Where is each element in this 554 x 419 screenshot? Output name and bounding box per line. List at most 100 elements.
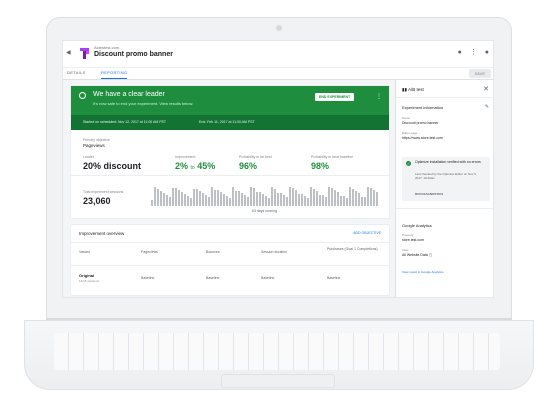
sparkline-bar — [187, 196, 189, 206]
objective-label: Primary objective — [83, 138, 110, 142]
cell-bounces: Baseline — [206, 276, 220, 280]
row-divider — [71, 242, 389, 243]
run-diagnostics-button[interactable]: RUN DIAGNOSTICS — [415, 192, 443, 196]
back-arrow-icon[interactable]: ◀ — [66, 49, 71, 56]
improvement-card: Improvement overview ADD OBJECTIVE Varia… — [71, 225, 389, 295]
tab-reporting[interactable]: REPORTING — [101, 70, 128, 79]
add-objective-button[interactable]: ADD OBJECTIVE — [353, 231, 381, 235]
sparkline-bar — [238, 191, 240, 206]
cell-purchases: Baseline — [327, 276, 341, 280]
sparkline-bar — [340, 196, 342, 206]
sparkline-bar — [250, 187, 252, 206]
sparkline-bar — [229, 198, 231, 206]
cell-session-duration: Baseline — [261, 276, 275, 280]
optimize-sub: Last checked by the Optimize Editor on N… — [415, 172, 477, 180]
prob-best-label: Probability to be best — [239, 155, 272, 159]
sparkline-bar — [268, 198, 270, 206]
sparkline-bar — [271, 187, 273, 206]
close-icon[interactable]: ✕ — [483, 85, 489, 93]
sparkline-bar — [259, 192, 261, 206]
sparkline-bar — [307, 198, 309, 206]
card-divider — [71, 175, 389, 176]
sessions-value: 23,060 — [83, 196, 111, 206]
name-label: Name — [402, 116, 411, 120]
edit-icon[interactable]: ✎ — [485, 104, 489, 110]
sparkline-bar — [376, 192, 378, 206]
sparkline-bar — [226, 196, 228, 206]
sparkline-bar — [283, 195, 285, 206]
camera-icon — [276, 25, 282, 31]
screen: ◀ Aidestest.com Discount promo banner ● … — [62, 40, 494, 298]
more-vert-icon[interactable]: ⋮ — [470, 49, 477, 56]
sparkline-bar — [166, 195, 168, 206]
sparkline-bar — [178, 190, 180, 206]
sessions-sparkline — [151, 187, 381, 206]
sparkline-bar — [220, 192, 222, 206]
tab-details[interactable]: DETAILS — [67, 70, 85, 75]
sparkline-bar — [190, 198, 192, 206]
view-report-link[interactable]: View report in Google Analytics — [402, 270, 443, 274]
sparkline-bar — [319, 195, 321, 206]
sparkline-bar — [256, 192, 258, 206]
header-bounces: Bounces — [206, 250, 220, 254]
experiment-info-heading: Experiment information — [402, 105, 444, 110]
view-label: View — [402, 248, 409, 252]
sparkline-bar — [199, 191, 201, 206]
sparkline-bar — [364, 197, 366, 206]
sparkline-bar — [247, 197, 249, 206]
optimize-text: Optimize installation verified with no e… — [415, 160, 481, 164]
view-value-text: All Website Data — [402, 253, 428, 257]
sparkline-bar — [331, 188, 333, 206]
improvement-label: Improvement — [175, 155, 196, 159]
sparkline-bar — [211, 187, 213, 206]
sparkline-bar — [169, 197, 171, 206]
sparkline-bar — [274, 189, 276, 206]
end-experiment-button[interactable]: END EXPERIMENT — [315, 93, 355, 101]
leader-card: We have a clear leader It's now safe to … — [71, 86, 389, 218]
leader-banner: We have a clear leader It's now safe to … — [71, 86, 389, 130]
sparkline-bar — [181, 192, 183, 206]
sparkline-bar — [361, 197, 363, 206]
sparkline-bar — [289, 187, 291, 206]
sparkline-bar — [154, 187, 156, 206]
sparkline-bar — [310, 187, 312, 206]
banner-title: We have a clear leader — [93, 91, 165, 98]
sparkline-bar — [214, 190, 216, 206]
help-icon[interactable]: ● — [458, 49, 462, 56]
started-text: Started on scheduled: Nov 12, 2017 at 11… — [83, 120, 167, 124]
banner-subtitle: It's now safe to end your experiment. Vi… — [93, 101, 194, 106]
sparkline-bar — [337, 192, 339, 206]
app-header: ◀ Aidestest.com Discount promo banner ● … — [63, 41, 493, 68]
sparkline-bar — [346, 198, 348, 206]
view-value: All Website Data ▢ — [402, 253, 433, 257]
cell-pageviews: Baseline — [141, 276, 155, 280]
sparkline-bar — [223, 194, 225, 206]
sparkline-bar — [244, 195, 246, 206]
header-variant[interactable]: Variant — [79, 250, 90, 254]
sparkline-bar — [367, 187, 369, 206]
sparkline-bar — [313, 189, 315, 206]
sparkline-bar — [322, 195, 324, 206]
page-title[interactable]: Discount promo banner — [94, 51, 173, 58]
sparkline-bar — [172, 188, 174, 206]
account-name: Aidestest.com — [94, 45, 120, 50]
save-button[interactable]: SAVE — [468, 69, 491, 78]
sparkline-bar — [241, 193, 243, 206]
improvement-value: 2% to 45% — [175, 161, 215, 171]
avatar-icon[interactable]: ● — [485, 49, 489, 56]
editor-value: https://www.store.test.com — [402, 136, 443, 140]
side-title-text: A/B test — [407, 87, 424, 92]
banner-menu-icon[interactable]: ⋮ — [376, 93, 382, 100]
check-icon: ✓ — [406, 161, 411, 166]
header-pageviews: Pageviews — [141, 250, 158, 254]
sparkline-bar — [358, 193, 360, 206]
sparkline-bar — [232, 187, 234, 206]
ga-heading: Google Analytics — [402, 223, 432, 228]
sessions-label: Total experiment sessions — [83, 190, 124, 194]
leader-label: Leader — [83, 155, 94, 159]
sparkline-bar — [298, 194, 300, 206]
header-actions: ● ⋮ ● — [452, 48, 489, 56]
sparkline-bar — [316, 191, 318, 206]
side-panel: ▮▮ A/B test ✕ Experiment information ✎ N… — [395, 80, 493, 297]
improvement-high: 45% — [197, 161, 216, 171]
